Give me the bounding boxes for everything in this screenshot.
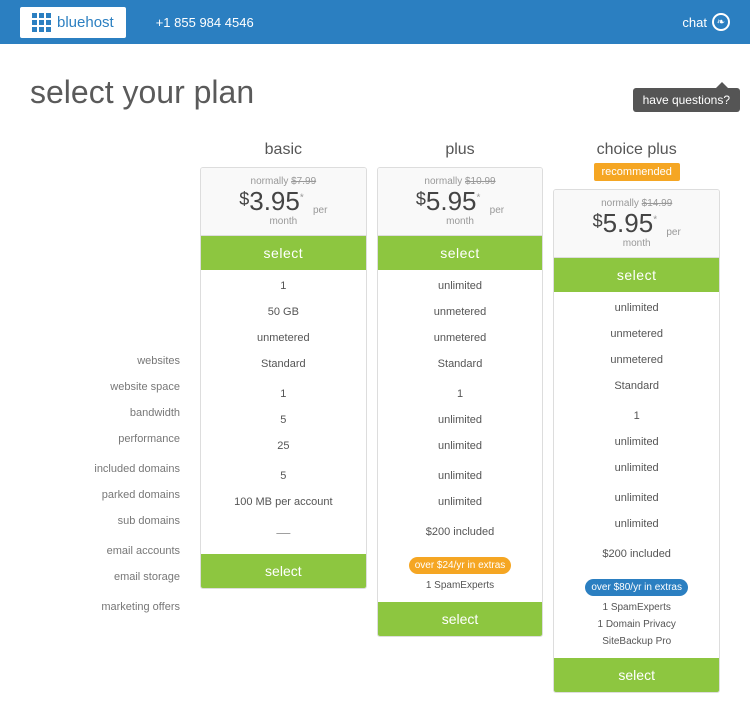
plan-basic-features: 1 50 GB unmetered Standard 1 5 25 5 100 …	[201, 270, 366, 550]
plans-container: websites website space bandwidth perform…	[30, 141, 720, 693]
label-websites: websites	[30, 349, 190, 373]
plus-extras-badge: over $24/yr in extras	[409, 557, 512, 574]
label-performance: performance	[30, 427, 190, 451]
plan-plus-price-box: normally $10.99 $5.95* per month	[378, 168, 543, 236]
label-sub-domains: sub domains	[30, 509, 190, 533]
cp-performance: Standard	[554, 374, 719, 398]
cp-website-space: unmetered	[554, 322, 719, 346]
plan-basic: basic normally $7.99 $3.95* per month se…	[200, 141, 367, 589]
phone-number: +1 855 984 4546	[156, 15, 254, 30]
plus-included-domains: 1	[378, 382, 543, 406]
plus-parked-domains: unlimited	[378, 408, 543, 432]
cp-sub-domains: unlimited	[554, 456, 719, 480]
plan-choice-plus-price: $5.95* per month	[564, 209, 709, 249]
plan-basic-name: basic	[200, 141, 367, 159]
plan-choice-plus-price-box: normally $14.99 $5.95* per month	[554, 190, 719, 258]
plus-email-storage: unlimited	[378, 490, 543, 514]
cp-extras-area: over $80/yr in extras 1 SpamExperts 1 Do…	[554, 572, 719, 654]
page-title: select your plan	[30, 74, 720, 111]
label-email-storage: email storage	[30, 565, 190, 589]
cp-included-domains: 1	[554, 404, 719, 428]
cp-websites: unlimited	[554, 296, 719, 320]
plus-bandwidth: unmetered	[378, 326, 543, 350]
plan-choice-plus-features: unlimited unmetered unmetered Standard 1…	[554, 292, 719, 572]
plan-basic-select-bottom[interactable]: select	[201, 554, 366, 588]
basic-websites: 1	[201, 274, 366, 298]
plus-marketing-included: $200 included	[378, 520, 543, 544]
label-included-domains: included domains	[30, 457, 190, 481]
plan-plus-card: normally $10.99 $5.95* per month select …	[377, 167, 544, 637]
plan-choice-plus-name: choice plus	[553, 141, 720, 159]
plus-spamexperts: 1 SpamExperts	[386, 577, 535, 594]
plan-basic-header: basic	[200, 141, 367, 163]
plan-plus-name: plus	[377, 141, 544, 159]
plan-plus-price: $5.95* per month	[388, 187, 533, 227]
cp-bandwidth: unmetered	[554, 348, 719, 372]
plus-extras-area: over $24/yr in extras 1 SpamExperts	[378, 550, 543, 598]
cp-sitebackup: SiteBackup Pro	[562, 633, 711, 650]
plus-sub-domains: unlimited	[378, 434, 543, 458]
basic-parked-domains: 5	[201, 408, 366, 432]
cp-extras-badge: over $80/yr in extras	[585, 579, 688, 596]
row-labels-column: websites website space bandwidth perform…	[30, 141, 190, 621]
plan-basic-price: $3.95* per month	[211, 187, 356, 227]
chat-icon: ❧	[712, 13, 730, 31]
plan-choice-plus-badge: recommended	[594, 163, 680, 181]
plan-plus: plus normally $10.99 $5.95* per month se…	[377, 141, 544, 637]
cp-marketing-items: 1 SpamExperts 1 Domain Privacy SiteBacku…	[562, 599, 711, 650]
plan-choice-plus-card: normally $14.99 $5.95* per month select …	[553, 189, 720, 693]
cp-domain-privacy: 1 Domain Privacy	[562, 616, 711, 633]
logo-grid-icon	[32, 13, 51, 32]
label-bandwidth: bandwidth	[30, 401, 190, 425]
plus-performance: Standard	[378, 352, 543, 376]
plan-plus-select-bottom[interactable]: select	[378, 602, 543, 636]
cp-parked-domains: unlimited	[554, 430, 719, 454]
cp-email-storage: unlimited	[554, 512, 719, 536]
header: bluehost +1 855 984 4546 chat ❧	[0, 0, 750, 44]
plus-website-space: unmetered	[378, 300, 543, 324]
chat-label: chat	[682, 15, 707, 30]
label-email-accounts: email accounts	[30, 539, 190, 563]
plus-marketing-items: 1 SpamExperts	[386, 577, 535, 594]
cp-email-accounts: unlimited	[554, 486, 719, 510]
chat-button[interactable]: chat ❧	[682, 13, 730, 31]
plan-basic-price-box: normally $7.99 $3.95* per month	[201, 168, 366, 236]
cp-marketing-included: $200 included	[554, 542, 719, 566]
basic-performance: Standard	[201, 352, 366, 376]
plan-choice-plus-header: choice plus recommended	[553, 141, 720, 185]
plus-websites: unlimited	[378, 274, 543, 298]
plan-plus-features: unlimited unmetered unmetered Standard 1…	[378, 270, 543, 550]
plan-plus-header: plus	[377, 141, 544, 163]
plan-plus-select-top[interactable]: select	[378, 236, 543, 270]
plan-choice-plus: choice plus recommended normally $14.99 …	[553, 141, 720, 693]
basic-marketing: —	[201, 520, 366, 544]
page-content: select your plan websites website space …	[0, 44, 750, 713]
plan-basic-card: normally $7.99 $3.95* per month select 1…	[200, 167, 367, 589]
logo-text: bluehost	[57, 14, 114, 31]
basic-included-domains: 1	[201, 382, 366, 406]
logo[interactable]: bluehost	[20, 7, 126, 38]
cp-spamexperts: 1 SpamExperts	[562, 599, 711, 616]
label-website-space: website space	[30, 375, 190, 399]
plus-email-accounts: unlimited	[378, 464, 543, 488]
plan-basic-select-top[interactable]: select	[201, 236, 366, 270]
plan-choice-plus-select-bottom[interactable]: select	[554, 658, 719, 692]
label-parked-domains: parked domains	[30, 483, 190, 507]
basic-sub-domains: 25	[201, 434, 366, 458]
basic-bandwidth: unmetered	[201, 326, 366, 350]
basic-email-storage: 100 MB per account	[201, 490, 366, 514]
plan-choice-plus-select-top[interactable]: select	[554, 258, 719, 292]
label-marketing-offers: marketing offers	[30, 595, 190, 619]
basic-website-space: 50 GB	[201, 300, 366, 324]
basic-email-accounts: 5	[201, 464, 366, 488]
